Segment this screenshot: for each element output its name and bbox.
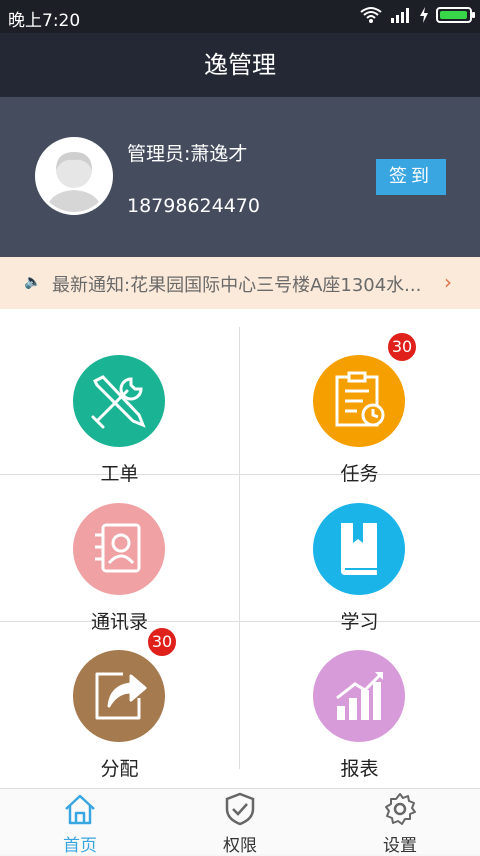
grid-item-workorder[interactable]: 工单 — [0, 327, 239, 485]
battery-fill — [440, 11, 467, 19]
battery-icon — [436, 7, 475, 23]
status-time: 晚上7:20 — [8, 11, 81, 31]
grid-item-assign[interactable]: 30 分配 — [0, 622, 239, 780]
share-icon — [73, 650, 165, 742]
tab-home[interactable]: 首页 — [0, 789, 160, 856]
tab-label: 首页 — [63, 836, 97, 856]
speaker-icon: 🔈 — [24, 274, 42, 290]
notice-bar[interactable]: 🔈 最新通知:花果园国际中心三号楼A座1304水... › — [0, 257, 480, 309]
shield-icon — [225, 792, 255, 826]
bottom-tab-bar: 首页 权限 设置 — [0, 788, 480, 856]
avatar[interactable] — [35, 137, 113, 215]
tab-label: 权限 — [223, 836, 257, 856]
admin-name: 管理员:萧逸才 — [127, 143, 248, 165]
assign-count-badge: 30 — [146, 626, 178, 658]
grid-item-label: 报表 — [340, 758, 379, 780]
chart-icon — [313, 650, 405, 742]
tools-icon — [73, 355, 165, 447]
page-title: 逸管理 — [0, 33, 480, 97]
status-bar: 晚上7:20 — [0, 0, 480, 33]
profile-panel: 管理员:萧逸才 18798624470 签到 — [0, 97, 480, 257]
signal-icon — [391, 8, 409, 23]
tab-permissions[interactable]: 权限 — [160, 789, 320, 856]
avatar-placeholder-icon — [38, 140, 110, 212]
book-icon — [313, 503, 405, 595]
tab-settings[interactable]: 设置 — [320, 789, 480, 856]
tab-label: 设置 — [383, 836, 417, 856]
wifi-icon — [360, 7, 382, 23]
notice-text: 最新通知:花果园国际中心三号楼A座1304水... — [52, 275, 422, 296]
contact-icon — [73, 503, 165, 595]
grid-item-study[interactable]: 学习 — [240, 475, 479, 633]
grid-item-label: 分配 — [100, 758, 139, 780]
function-grid: 工单 30 任务 通讯录 学习 30 分配 报表 — [0, 309, 480, 788]
grid-item-contacts[interactable]: 通讯录 — [0, 475, 239, 633]
charging-icon — [420, 7, 428, 23]
grid-item-report[interactable]: 报表 — [240, 622, 479, 780]
home-icon — [65, 794, 95, 825]
gear-icon — [385, 793, 416, 825]
task-count-badge: 30 — [386, 331, 418, 363]
status-icons — [360, 6, 475, 24]
chevron-right-icon: › — [444, 270, 452, 294]
grid-item-task[interactable]: 30 任务 — [240, 327, 479, 485]
checkin-button[interactable]: 签到 — [376, 159, 446, 195]
admin-phone: 18798624470 — [127, 195, 260, 217]
clipboard-clock-icon — [313, 355, 405, 447]
